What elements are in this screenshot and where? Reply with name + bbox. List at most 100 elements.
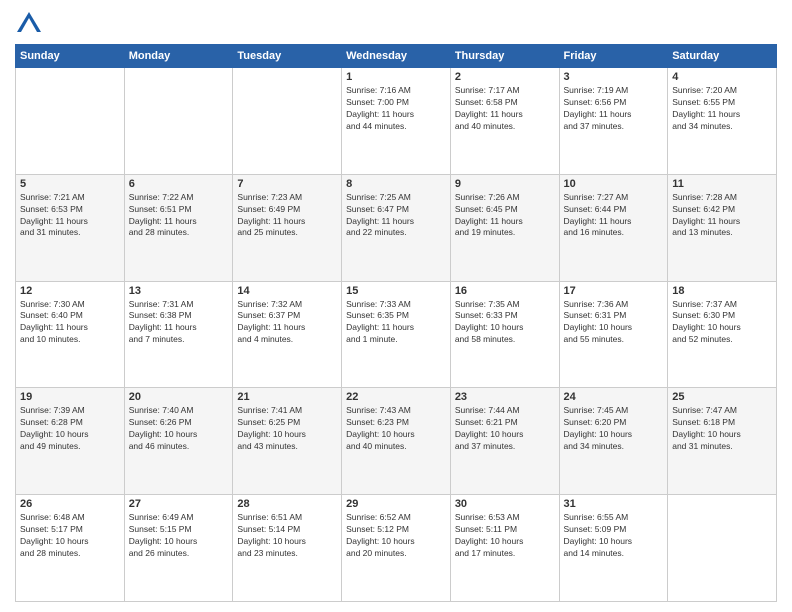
calendar-cell: 2 Sunrise: 7:17 AM Sunset: 6:58 PM Daylig… xyxy=(450,68,559,175)
day-number: 21 xyxy=(237,391,337,403)
calendar-cell: 11 Sunrise: 7:28 AM Sunset: 6:42 PM Dayli… xyxy=(668,174,777,281)
calendar-table: SundayMondayTuesdayWednesdayThursdayFrid… xyxy=(15,44,777,602)
day-info: Sunrise: 6:48 AM Sunset: 5:17 PM Dayligh… xyxy=(20,512,120,560)
calendar-week-row: 26 Sunrise: 6:48 AM Sunset: 5:17 PM Dayli… xyxy=(16,495,777,602)
calendar-cell: 3 Sunrise: 7:19 AM Sunset: 6:56 PM Daylig… xyxy=(559,68,668,175)
day-number: 3 xyxy=(564,71,664,83)
calendar-cell: 10 Sunrise: 7:27 AM Sunset: 6:44 PM Dayli… xyxy=(559,174,668,281)
day-number: 25 xyxy=(672,391,772,403)
calendar-cell: 1 Sunrise: 7:16 AM Sunset: 7:00 PM Daylig… xyxy=(342,68,451,175)
day-number: 22 xyxy=(346,391,446,403)
day-info: Sunrise: 6:51 AM Sunset: 5:14 PM Dayligh… xyxy=(237,512,337,560)
calendar-cell: 8Sunrise: 7:25 AM Sunset: 6:47 PM Daylig… xyxy=(342,174,451,281)
day-number: 7 xyxy=(237,178,337,190)
day-info: Sunrise: 7:16 AM Sunset: 7:00 PM Dayligh… xyxy=(346,85,446,133)
day-info: Sunrise: 6:49 AM Sunset: 5:15 PM Dayligh… xyxy=(129,512,229,560)
header xyxy=(15,10,777,38)
day-info: Sunrise: 7:47 AM Sunset: 6:18 PM Dayligh… xyxy=(672,405,772,453)
day-number: 28 xyxy=(237,498,337,510)
calendar-cell: 18 Sunrise: 7:37 AM Sunset: 6:30 PM Dayli… xyxy=(668,281,777,388)
day-info: Sunrise: 7:43 AM Sunset: 6:23 PM Dayligh… xyxy=(346,405,446,453)
calendar-cell: 5 Sunrise: 7:21 AM Sunset: 6:53 PM Daylig… xyxy=(16,174,125,281)
day-info: Sunrise: 7:31 AM Sunset: 6:38 PM Dayligh… xyxy=(129,299,229,347)
day-info: Sunrise: 7:23 AM Sunset: 6:49 PM Dayligh… xyxy=(237,192,337,240)
calendar-week-row: 1 Sunrise: 7:16 AM Sunset: 7:00 PM Daylig… xyxy=(16,68,777,175)
calendar-cell: 19 Sunrise: 7:39 AM Sunset: 6:28 PM Dayli… xyxy=(16,388,125,495)
day-number: 11 xyxy=(672,178,772,190)
day-info: Sunrise: 7:33 AM Sunset: 6:35 PM Dayligh… xyxy=(346,299,446,347)
calendar-cell: 22 Sunrise: 7:43 AM Sunset: 6:23 PM Dayli… xyxy=(342,388,451,495)
calendar-cell: 16Sunrise: 7:35 AM Sunset: 6:33 PM Dayli… xyxy=(450,281,559,388)
calendar-cell: 29 Sunrise: 6:52 AM Sunset: 5:12 PM Dayli… xyxy=(342,495,451,602)
day-info: Sunrise: 7:45 AM Sunset: 6:20 PM Dayligh… xyxy=(564,405,664,453)
calendar-cell: 23 Sunrise: 7:44 AM Sunset: 6:21 PM Dayli… xyxy=(450,388,559,495)
calendar-cell: 4 Sunrise: 7:20 AM Sunset: 6:55 PM Daylig… xyxy=(668,68,777,175)
day-info: Sunrise: 6:52 AM Sunset: 5:12 PM Dayligh… xyxy=(346,512,446,560)
weekday-header: Friday xyxy=(559,45,668,68)
day-info: Sunrise: 7:20 AM Sunset: 6:55 PM Dayligh… xyxy=(672,85,772,133)
calendar-cell: 15 Sunrise: 7:33 AM Sunset: 6:35 PM Dayli… xyxy=(342,281,451,388)
day-number: 12 xyxy=(20,285,120,297)
day-info: Sunrise: 7:19 AM Sunset: 6:56 PM Dayligh… xyxy=(564,85,664,133)
day-info: Sunrise: 7:44 AM Sunset: 6:21 PM Dayligh… xyxy=(455,405,555,453)
day-info: Sunrise: 7:40 AM Sunset: 6:26 PM Dayligh… xyxy=(129,405,229,453)
weekday-header: Sunday xyxy=(16,45,125,68)
calendar-cell xyxy=(124,68,233,175)
day-info: Sunrise: 7:22 AM Sunset: 6:51 PM Dayligh… xyxy=(129,192,229,240)
day-number: 10 xyxy=(564,178,664,190)
weekday-header: Wednesday xyxy=(342,45,451,68)
day-number: 6 xyxy=(129,178,229,190)
day-info: Sunrise: 7:26 AM Sunset: 6:45 PM Dayligh… xyxy=(455,192,555,240)
calendar-cell xyxy=(668,495,777,602)
day-info: Sunrise: 7:37 AM Sunset: 6:30 PM Dayligh… xyxy=(672,299,772,347)
calendar-cell: 17Sunrise: 7:36 AM Sunset: 6:31 PM Dayli… xyxy=(559,281,668,388)
day-number: 5 xyxy=(20,178,120,190)
day-number: 4 xyxy=(672,71,772,83)
day-number: 9 xyxy=(455,178,555,190)
calendar-cell: 9 Sunrise: 7:26 AM Sunset: 6:45 PM Daylig… xyxy=(450,174,559,281)
day-number: 31 xyxy=(564,498,664,510)
calendar-cell xyxy=(233,68,342,175)
calendar-week-row: 5 Sunrise: 7:21 AM Sunset: 6:53 PM Daylig… xyxy=(16,174,777,281)
calendar-cell: 6 Sunrise: 7:22 AM Sunset: 6:51 PM Daylig… xyxy=(124,174,233,281)
calendar-week-row: 12 Sunrise: 7:30 AM Sunset: 6:40 PM Dayli… xyxy=(16,281,777,388)
calendar-cell: 20 Sunrise: 7:40 AM Sunset: 6:26 PM Dayli… xyxy=(124,388,233,495)
day-number: 23 xyxy=(455,391,555,403)
calendar-cell: 26 Sunrise: 6:48 AM Sunset: 5:17 PM Dayli… xyxy=(16,495,125,602)
day-info: Sunrise: 7:21 AM Sunset: 6:53 PM Dayligh… xyxy=(20,192,120,240)
day-number: 1 xyxy=(346,71,446,83)
day-info: Sunrise: 7:17 AM Sunset: 6:58 PM Dayligh… xyxy=(455,85,555,133)
day-number: 15 xyxy=(346,285,446,297)
calendar-cell: 24 Sunrise: 7:45 AM Sunset: 6:20 PM Dayli… xyxy=(559,388,668,495)
day-info: Sunrise: 7:39 AM Sunset: 6:28 PM Dayligh… xyxy=(20,405,120,453)
day-number: 19 xyxy=(20,391,120,403)
day-number: 20 xyxy=(129,391,229,403)
day-number: 16 xyxy=(455,285,555,297)
day-info: Sunrise: 6:53 AM Sunset: 5:11 PM Dayligh… xyxy=(455,512,555,560)
logo-icon xyxy=(15,10,43,38)
day-info: Sunrise: 7:32 AM Sunset: 6:37 PM Dayligh… xyxy=(237,299,337,347)
weekday-header-row: SundayMondayTuesdayWednesdayThursdayFrid… xyxy=(16,45,777,68)
day-info: Sunrise: 7:30 AM Sunset: 6:40 PM Dayligh… xyxy=(20,299,120,347)
day-number: 27 xyxy=(129,498,229,510)
day-number: 29 xyxy=(346,498,446,510)
page: SundayMondayTuesdayWednesdayThursdayFrid… xyxy=(0,0,792,612)
day-info: Sunrise: 7:41 AM Sunset: 6:25 PM Dayligh… xyxy=(237,405,337,453)
day-number: 30 xyxy=(455,498,555,510)
calendar-cell xyxy=(16,68,125,175)
calendar-cell: 14 Sunrise: 7:32 AM Sunset: 6:37 PM Dayli… xyxy=(233,281,342,388)
day-number: 24 xyxy=(564,391,664,403)
calendar-cell: 21 Sunrise: 7:41 AM Sunset: 6:25 PM Dayli… xyxy=(233,388,342,495)
day-info: Sunrise: 7:27 AM Sunset: 6:44 PM Dayligh… xyxy=(564,192,664,240)
day-number: 14 xyxy=(237,285,337,297)
logo xyxy=(15,10,47,38)
day-number: 18 xyxy=(672,285,772,297)
weekday-header: Thursday xyxy=(450,45,559,68)
day-number: 2 xyxy=(455,71,555,83)
day-info: Sunrise: 7:28 AM Sunset: 6:42 PM Dayligh… xyxy=(672,192,772,240)
calendar-cell: 13Sunrise: 7:31 AM Sunset: 6:38 PM Dayli… xyxy=(124,281,233,388)
day-number: 8 xyxy=(346,178,446,190)
day-info: Sunrise: 6:55 AM Sunset: 5:09 PM Dayligh… xyxy=(564,512,664,560)
calendar-cell: 27 Sunrise: 6:49 AM Sunset: 5:15 PM Dayli… xyxy=(124,495,233,602)
day-number: 26 xyxy=(20,498,120,510)
